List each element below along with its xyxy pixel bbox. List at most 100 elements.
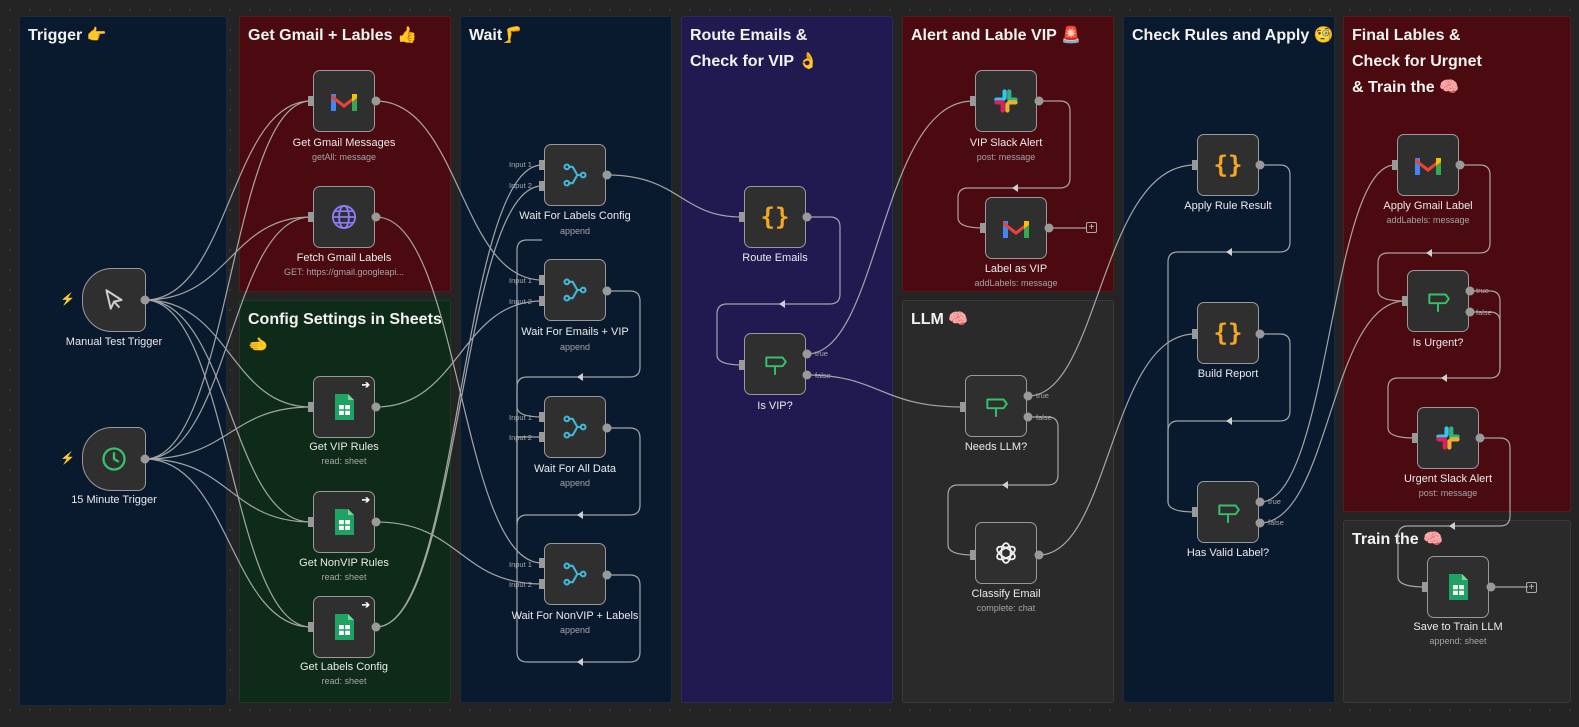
- node-classify-email[interactable]: [975, 522, 1037, 584]
- node-wait-for-all-data[interactable]: [544, 396, 606, 458]
- node-get-vip-rules[interactable]: ➔: [313, 376, 375, 438]
- node-label-as-vip[interactable]: [985, 197, 1047, 259]
- node-label: Is VIP?: [757, 400, 793, 412]
- node-get-nonvip-rules[interactable]: ➔: [313, 491, 375, 553]
- node-subtitle: addLabels: message: [974, 278, 1058, 288]
- node-is-urgent[interactable]: [1407, 270, 1469, 332]
- merge-icon: [545, 397, 605, 457]
- gmail-icon: [986, 198, 1046, 258]
- node-subtitle: post: message: [976, 152, 1036, 162]
- node-label: Wait For Emails + VIP: [521, 326, 629, 338]
- output-true-label: true: [1036, 391, 1049, 400]
- node-label: Urgent Slack Alert: [1403, 473, 1493, 485]
- google-sheets-icon: [1428, 557, 1488, 617]
- output-true-label: true: [1268, 497, 1281, 506]
- node-subtitle: read: sheet: [321, 572, 367, 582]
- output-true-label: true: [1476, 286, 1489, 295]
- node-label: Needs LLM?: [964, 441, 1028, 453]
- node-has-valid-label[interactable]: [1197, 481, 1259, 543]
- direction-arrow: [1226, 248, 1232, 256]
- node-subtitle: read: sheet: [321, 456, 367, 466]
- node-manual-trigger[interactable]: [82, 268, 146, 332]
- node-urgent-slack-alert[interactable]: [1417, 407, 1479, 469]
- node-subtitle: append: sheet: [1429, 636, 1487, 646]
- node-15-minute-trigger[interactable]: [82, 427, 146, 491]
- input-port-label: Input 2: [509, 433, 532, 442]
- connection: [144, 458, 312, 628]
- direction-arrow: [1441, 374, 1447, 382]
- node-label: Build Report: [1197, 368, 1259, 380]
- input-port-label: Input 2: [509, 580, 532, 589]
- if-signpost-icon: [966, 376, 1026, 436]
- node-subtitle: append: [559, 226, 591, 236]
- output-false-label: false: [1268, 518, 1284, 527]
- node-label: Route Emails: [742, 252, 808, 264]
- node-label: Get Gmail Messages: [292, 137, 396, 149]
- node-subtitle: getAll: message: [311, 152, 377, 162]
- node-label: Wait For NonVIP + Labels: [511, 610, 639, 622]
- input-port-label: Input 2: [509, 297, 532, 306]
- input-port-label: Input 1: [509, 560, 532, 569]
- output-false-label: false: [815, 371, 831, 380]
- input-port-label: Input 1: [509, 160, 532, 169]
- clock-icon: [83, 428, 145, 490]
- google-sheets-icon: [314, 492, 374, 552]
- merge-icon: [545, 544, 605, 604]
- direction-arrow: [1012, 184, 1018, 192]
- node-label: Has Valid Label?: [1186, 547, 1270, 559]
- node-label: Wait For All Data: [533, 463, 617, 475]
- merge-icon: [545, 145, 605, 205]
- gmail-icon: [1398, 135, 1458, 195]
- direction-arrow: [577, 658, 583, 666]
- node-apply-gmail-label[interactable]: [1397, 134, 1459, 196]
- node-subtitle: append: [559, 342, 591, 352]
- node-subtitle: read: sheet: [321, 676, 367, 686]
- node-fetch-gmail-labels[interactable]: [313, 186, 375, 248]
- node-subtitle: append: [559, 625, 591, 635]
- node-wait-for-labels-config[interactable]: [544, 144, 606, 206]
- node-wait-for-emails-vip[interactable]: [544, 259, 606, 321]
- node-label: Label as VIP: [984, 263, 1048, 275]
- slack-icon: [976, 71, 1036, 131]
- globe-icon: [314, 187, 374, 247]
- node-route-emails[interactable]: {}: [744, 186, 806, 248]
- node-build-report[interactable]: {}: [1197, 302, 1259, 364]
- node-label: Get NonVIP Rules: [299, 557, 389, 569]
- workflow-canvas[interactable]: Trigger 👉 Get Gmail + Lables 👍 Config Se…: [0, 0, 1579, 727]
- output-true-label: true: [815, 349, 828, 358]
- google-sheets-icon: [314, 377, 374, 437]
- node-get-gmail-messages[interactable]: [313, 70, 375, 132]
- node-save-to-train-llm[interactable]: [1427, 556, 1489, 618]
- input-port-label: Input 1: [509, 276, 532, 285]
- add-node-button[interactable]: +: [1086, 222, 1097, 233]
- node-get-labels-config[interactable]: ➔: [313, 596, 375, 658]
- gmail-icon: [314, 71, 374, 131]
- if-signpost-icon: [1198, 482, 1258, 542]
- output-false-label: false: [1476, 308, 1492, 317]
- google-sheets-icon: [314, 597, 374, 657]
- node-label: Fetch Gmail Labels: [296, 252, 392, 264]
- node-label: Manual Test Trigger: [65, 336, 163, 348]
- node-wait-for-nonvip-labels[interactable]: [544, 543, 606, 605]
- openai-icon: [976, 523, 1036, 583]
- node-subtitle: complete: chat: [976, 603, 1036, 613]
- node-needs-llm[interactable]: [965, 375, 1027, 437]
- node-label: VIP Slack Alert: [969, 137, 1043, 149]
- slack-icon: [1418, 408, 1478, 468]
- node-label: Apply Rule Result: [1184, 200, 1272, 212]
- code-braces-icon: {}: [760, 203, 790, 231]
- output-false-label: false: [1036, 413, 1052, 422]
- node-label: Get Labels Config: [299, 661, 389, 673]
- if-signpost-icon: [745, 334, 805, 394]
- trigger-bolt-icon: ⚡: [60, 292, 75, 306]
- node-vip-slack-alert[interactable]: [975, 70, 1037, 132]
- direction-arrow: [1449, 522, 1455, 530]
- node-label: Save to Train LLM: [1413, 621, 1503, 633]
- cursor-icon: [83, 269, 145, 331]
- node-label: 15 Minute Trigger: [71, 494, 157, 506]
- direction-arrow: [1426, 249, 1432, 257]
- node-label: Get VIP Rules: [309, 441, 379, 453]
- add-node-button[interactable]: +: [1526, 582, 1537, 593]
- node-apply-rule-result[interactable]: {}: [1197, 134, 1259, 196]
- node-is-vip[interactable]: [744, 333, 806, 395]
